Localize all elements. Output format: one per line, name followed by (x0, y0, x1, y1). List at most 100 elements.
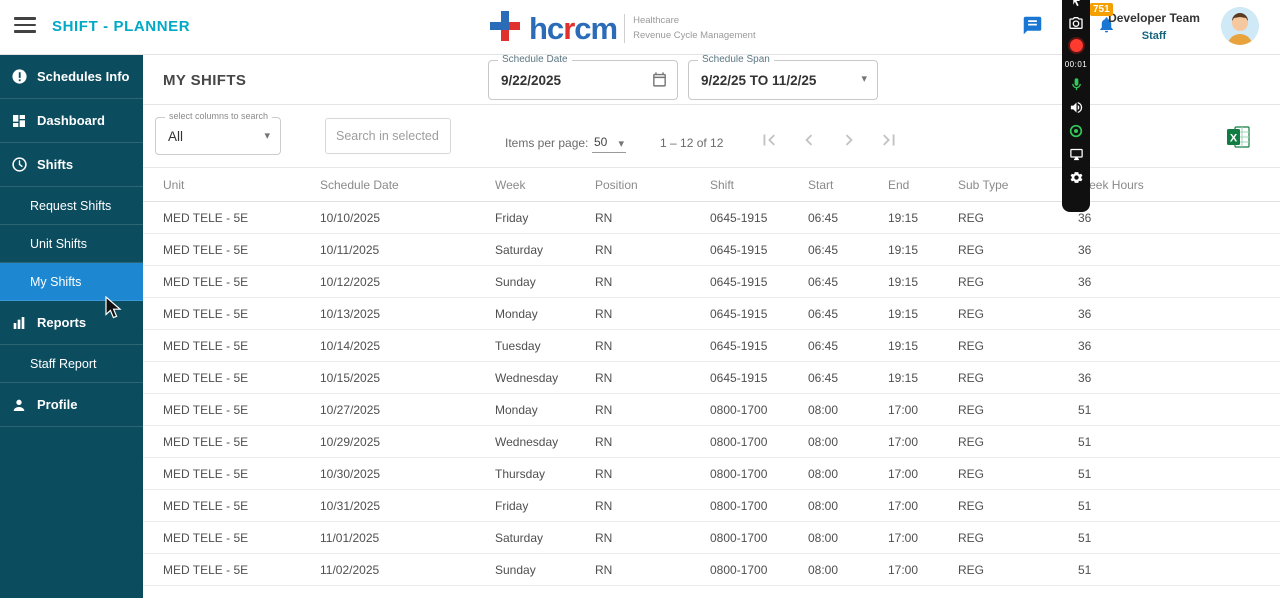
gear-icon[interactable] (1069, 170, 1084, 185)
chevron-left-icon (798, 129, 820, 151)
notification-badge: 751 (1090, 3, 1113, 16)
column-header[interactable]: Schedule Date (320, 168, 495, 202)
table-cell: Monday (495, 394, 595, 426)
previous-page-button[interactable] (795, 127, 823, 155)
table-row[interactable]: MED TELE - 5E10/10/2025FridayRN0645-1915… (143, 202, 1280, 234)
shifts-table-body: MED TELE - 5E10/10/2025FridayRN0645-1915… (143, 202, 1280, 586)
sidebar-item-profile[interactable]: Profile (0, 383, 143, 427)
table-row[interactable]: MED TELE - 5E11/02/2025SundayRN0800-1700… (143, 554, 1280, 586)
sidebar-item-shifts[interactable]: Shifts (0, 143, 143, 187)
columns-select-label: select columns to search (165, 111, 272, 121)
first-page-icon (758, 129, 780, 151)
table-cell: RN (595, 266, 710, 298)
sidebar-item-dashboard[interactable]: Dashboard (0, 99, 143, 143)
sidebar-item-label: My Shifts (30, 275, 81, 289)
column-header[interactable]: Week (495, 168, 595, 202)
table-cell: 0645-1915 (710, 330, 808, 362)
table-row[interactable]: MED TELE - 5E10/13/2025MondayRN0645-1915… (143, 298, 1280, 330)
table-row[interactable]: MED TELE - 5E11/01/2025SaturdayRN0800-17… (143, 522, 1280, 554)
search-input[interactable] (325, 118, 451, 154)
table-cell: 10/10/2025 (320, 202, 495, 234)
columns-select[interactable]: select columns to search All ▾ (155, 117, 281, 155)
table-cell: MED TELE - 5E (143, 522, 320, 554)
column-header[interactable]: Unit (143, 168, 320, 202)
table-cell: 10/14/2025 (320, 330, 495, 362)
table-cell: Tuesday (495, 330, 595, 362)
table-cell: 17:00 (888, 426, 958, 458)
chevron-down-icon: ▾ (861, 74, 867, 85)
sidebar-item-unit-shifts[interactable]: Unit Shifts (0, 225, 143, 263)
table-row[interactable]: MED TELE - 5E10/31/2025FridayRN0800-1700… (143, 490, 1280, 522)
sidebar-item-my-shifts[interactable]: My Shifts (0, 263, 143, 301)
table-cell: 0800-1700 (710, 490, 808, 522)
table-cell: 10/15/2025 (320, 362, 495, 394)
column-header[interactable]: Week Hours (1078, 168, 1280, 202)
last-page-button[interactable] (875, 127, 903, 155)
items-per-page-select[interactable]: 50 ▾ (592, 133, 626, 153)
sidebar-item-schedules-info[interactable]: Schedules Info (0, 55, 143, 99)
user-block[interactable]: Developer Team Staff (1108, 11, 1200, 42)
column-header[interactable]: Sub Type (958, 168, 1078, 202)
column-header[interactable]: End (888, 168, 958, 202)
table-row[interactable]: MED TELE - 5E10/11/2025SaturdayRN0645-19… (143, 234, 1280, 266)
table-cell: MED TELE - 5E (143, 202, 320, 234)
sidebar-item-reports[interactable]: Reports (0, 301, 143, 345)
table-cell: RN (595, 330, 710, 362)
avatar[interactable] (1221, 7, 1259, 45)
excel-export-button[interactable]: X (1226, 125, 1250, 149)
table-row[interactable]: MED TELE - 5E10/14/2025TuesdayRN0645-191… (143, 330, 1280, 362)
calendar-icon[interactable] (651, 71, 668, 93)
column-header[interactable]: Start (808, 168, 888, 202)
table-cell: 08:00 (808, 490, 888, 522)
table-cell: 10/13/2025 (320, 298, 495, 330)
table-cell: REG (958, 202, 1078, 234)
table-row[interactable]: MED TELE - 5E10/15/2025WednesdayRN0645-1… (143, 362, 1280, 394)
sidebar-item-staff-report[interactable]: Staff Report (0, 345, 143, 383)
table-cell: 06:45 (808, 362, 888, 394)
record-button[interactable] (1070, 39, 1083, 52)
screenshot-camera-icon[interactable] (1068, 15, 1084, 31)
table-cell: 10/30/2025 (320, 458, 495, 490)
schedule-span-field[interactable]: Schedule Span 9/22/25 TO 11/2/25 ▾ (688, 60, 878, 100)
table-cell: 10/27/2025 (320, 394, 495, 426)
table-row[interactable]: MED TELE - 5E10/29/2025WednesdayRN0800-1… (143, 426, 1280, 458)
table-row[interactable]: MED TELE - 5E10/30/2025ThursdayRN0800-17… (143, 458, 1280, 490)
screen-share-icon[interactable] (1069, 147, 1084, 162)
table-cell: MED TELE - 5E (143, 330, 320, 362)
schedule-date-field[interactable]: Schedule Date 9/22/2025 (488, 60, 678, 100)
table-cell: RN (595, 426, 710, 458)
table-cell: 36 (1078, 298, 1280, 330)
table-cell: 06:45 (808, 234, 888, 266)
webcam-icon[interactable] (1068, 123, 1084, 139)
table-cell: 08:00 (808, 426, 888, 458)
table-cell: Monday (495, 298, 595, 330)
table-cell: REG (958, 362, 1078, 394)
table-cell: MED TELE - 5E (143, 234, 320, 266)
next-page-button[interactable] (835, 127, 863, 155)
first-page-button[interactable] (755, 127, 783, 155)
pointer-tool-icon[interactable] (1070, 0, 1083, 7)
menu-icon[interactable] (14, 17, 36, 35)
table-cell: 51 (1078, 458, 1280, 490)
table-cell: Saturday (495, 234, 595, 266)
microphone-icon[interactable] (1069, 77, 1084, 92)
table-cell: 36 (1078, 234, 1280, 266)
app-title: SHIFT - PLANNER (52, 18, 190, 35)
column-header[interactable]: Position (595, 168, 710, 202)
table-cell: 19:15 (888, 298, 958, 330)
speaker-icon[interactable] (1069, 100, 1084, 115)
items-per-page-value: 50 (594, 135, 607, 149)
table-cell: RN (595, 362, 710, 394)
table-row[interactable]: MED TELE - 5E10/12/2025SundayRN0645-1915… (143, 266, 1280, 298)
sidebar-item-request-shifts[interactable]: Request Shifts (0, 187, 143, 225)
column-header[interactable]: Shift (710, 168, 808, 202)
table-cell: REG (958, 458, 1078, 490)
sidebar-item-label: Dashboard (37, 113, 105, 128)
schedule-date-label: Schedule Date (498, 54, 572, 65)
chat-icon[interactable] (1022, 15, 1044, 37)
table-cell: REG (958, 266, 1078, 298)
table-row[interactable]: MED TELE - 5E10/27/2025MondayRN0800-1700… (143, 394, 1280, 426)
user-role: Staff (1108, 30, 1200, 42)
table-cell: 51 (1078, 426, 1280, 458)
excel-icon: X (1226, 125, 1250, 149)
